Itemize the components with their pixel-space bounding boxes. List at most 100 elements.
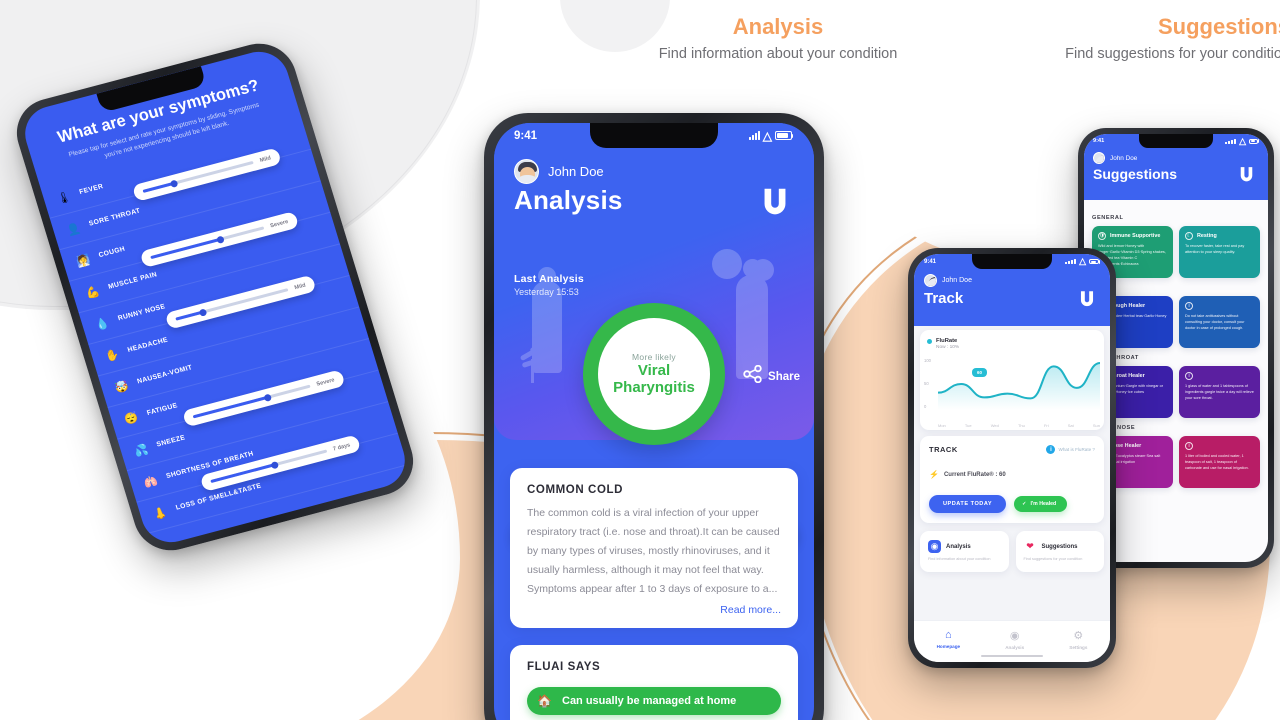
status-time: 9:41 — [1093, 138, 1105, 144]
last-analysis-label: Last Analysis — [514, 273, 584, 285]
status-time: 9:41 — [924, 258, 937, 265]
suggestions-section-title: SORE THROAT — [1092, 355, 1139, 361]
heart-icon: ❤ — [1023, 540, 1037, 553]
cough-icon: 🧖 — [74, 253, 92, 269]
home-indicator — [981, 654, 1043, 657]
slider-value: Severe — [269, 218, 289, 229]
suggestion-card-body: 1 liter of boiled and cooled water, 1 te… — [1185, 454, 1249, 470]
slider-value: Severe — [315, 376, 336, 388]
caption-suggestions: Suggestions Find suggestions for your co… — [960, 14, 1280, 62]
track-card-header: TRACK i What is FluRate ? — [929, 445, 1095, 454]
suggestion-card[interactable]: i 1 liter of boiled and cooled water, 1 t… — [1179, 436, 1260, 488]
share-label: Share — [768, 370, 800, 383]
track-shortcut-cards[interactable]: ◉ Analysis Find information about your con… — [920, 531, 1104, 572]
shortcut-card-subtitle: Find suggestions for your condition — [1023, 557, 1083, 561]
chart-x-tick: Mon — [938, 423, 946, 428]
avatar — [1093, 152, 1105, 164]
avatar — [924, 274, 937, 287]
im-healed-button[interactable]: ✓ I'm Healed — [1014, 496, 1068, 512]
symptom-label: SORE THROAT — [88, 207, 142, 228]
suggestions-card-grid: 🌿Throat HealerFresh geranium·Gargle with… — [1092, 366, 1260, 418]
chart-x-tick: Sun — [1092, 423, 1100, 428]
what-is-flurate-link[interactable]: i What is FluRate ? — [1046, 445, 1095, 454]
diagnosis-inner: More likely Viral Pharyngitis — [598, 318, 710, 430]
phone-notch — [1139, 134, 1213, 148]
chart-ytick-100: 100 — [924, 358, 931, 363]
info-icon: i — [1185, 302, 1193, 310]
diagnosis-ring: More likely Viral Pharyngitis — [583, 303, 725, 445]
signal-icon — [1065, 259, 1077, 264]
page-title: Suggestions — [1093, 166, 1178, 182]
info-icon: i — [1185, 372, 1193, 380]
caption-analysis-subtitle: Find information about your condition — [658, 46, 898, 63]
nav-item-label: Homepage — [936, 644, 961, 649]
status-time: 9:41 — [514, 129, 538, 142]
user-chip[interactable]: John Doe — [514, 159, 604, 184]
moon-icon: ☾ — [1185, 232, 1193, 240]
suggestion-card-title: Immune Supportive — [1110, 233, 1161, 239]
nose-icon: 💧 — [94, 316, 111, 332]
fluai-logo-icon — [756, 183, 794, 221]
chart-legend-label: FluRate — [936, 338, 958, 344]
symptom-label: RUNNY NOSE — [117, 302, 167, 323]
shortcut-card[interactable]: ❤ Suggestions Find suggestions for your co… — [1015, 531, 1104, 572]
suggestion-card-body: 1 glass of water and 1 tablespoons of in… — [1185, 384, 1254, 400]
avatar — [514, 159, 539, 184]
symptom-label: MUSCLE PAIN — [107, 270, 159, 291]
fatigue-icon: 😴 — [123, 411, 140, 427]
slider-knob[interactable] — [269, 460, 279, 470]
check-icon: ✓ — [1022, 501, 1027, 507]
what-is-flurate-label: What is FluRate ? — [1058, 447, 1095, 452]
symptom-label: NAUSEA-VOMIT — [136, 363, 194, 386]
chart-tooltip: 60 — [972, 368, 987, 377]
breath-icon: 🫁 — [142, 474, 160, 490]
slider-knob[interactable] — [216, 234, 226, 244]
share-button[interactable]: Share — [743, 364, 800, 388]
shortcut-card-title: Suggestions — [1041, 543, 1078, 550]
suggestions-section-title: COUGH — [1092, 285, 1260, 291]
smell-icon: 👃 — [152, 505, 169, 521]
battery-icon — [1249, 138, 1258, 144]
user-chip[interactable]: John Doe — [924, 274, 972, 287]
common-cold-card: COMMON COLD The common cold is a viral i… — [510, 468, 798, 628]
symptom-label: SNEEZE — [155, 434, 187, 449]
suggestion-card[interactable]: ☾ Resting To recover faster, take rest and… — [1179, 226, 1260, 278]
chart-plot-area — [936, 360, 1102, 410]
suggestion-card[interactable]: i 1 glass of water and 1 tablespoons of i… — [1179, 366, 1260, 418]
common-cold-heading: COMMON COLD — [527, 484, 624, 496]
shortcut-card[interactable]: ◉ Analysis Find information about your con… — [920, 531, 1009, 572]
fluai-logo-icon — [1076, 288, 1098, 310]
slider-knob[interactable] — [169, 179, 179, 188]
suggestions-section-title: RUNNY NOSE — [1092, 425, 1136, 431]
nav-item-settings[interactable]: ⚙ Settings — [1069, 629, 1087, 650]
muscle-icon: 💪 — [84, 285, 102, 301]
nav-item-homepage[interactable]: ⌂ Homepage — [937, 629, 961, 649]
read-more-link[interactable]: Read more... — [527, 604, 781, 616]
legend-dot-icon — [927, 338, 932, 344]
chart-x-tick: Thu — [1017, 423, 1025, 428]
page-title: Analysis — [514, 185, 623, 215]
suggestion-card-title: Resting — [1197, 233, 1217, 239]
caption-suggestions-subtitle: Find suggestions for your condition — [1065, 46, 1280, 63]
analysis-icon: ◉ — [928, 540, 941, 553]
chart-legend: FluRate — [927, 338, 1097, 344]
throat-icon: 👤 — [65, 221, 82, 237]
diagnosis-prefix: More likely — [632, 351, 676, 362]
track-card-title: TRACK — [929, 445, 958, 454]
slider-knob[interactable] — [198, 307, 208, 317]
fluai-advice-pill[interactable]: 🏠 Can usually be managed at home — [527, 687, 781, 715]
nav-item-analysis[interactable]: ◉ Analysis — [1005, 629, 1024, 650]
info-icon: i — [1185, 442, 1193, 450]
slider-knob[interactable] — [263, 393, 273, 402]
home-icon: 🏠 — [537, 694, 552, 708]
shortcut-card-subtitle: Find information about your condition — [928, 557, 991, 561]
phone-analysis-screen: 9:41 △ John Doe Analysis Last Analysis Y… — [494, 123, 814, 720]
update-today-button[interactable]: UPDATE TODAY — [929, 495, 1007, 513]
user-chip[interactable]: John Doe — [1093, 152, 1137, 164]
signal-icon — [1225, 138, 1237, 144]
suggestion-card[interactable]: i Do not take antitussives without consul… — [1179, 296, 1260, 348]
symptom-label: FATIGUE — [146, 402, 179, 417]
fluai-logo-icon — [1236, 164, 1257, 185]
wifi-icon: △ — [1079, 256, 1086, 266]
last-analysis-time: Yesterday 15:53 — [514, 287, 579, 297]
